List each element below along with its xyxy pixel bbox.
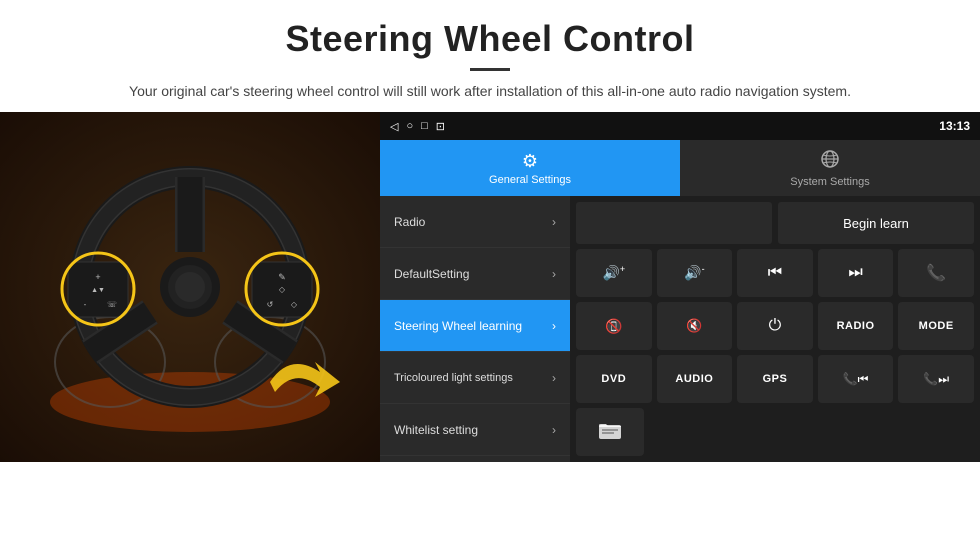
svg-text:↺: ↺ (267, 300, 274, 309)
menu-steering-wheel[interactable]: Steering Wheel learning › (380, 300, 570, 352)
svg-text:✎: ✎ (278, 272, 286, 282)
car-image: + ▲▼ - ☏ ✎ ◇ ↺ ◇ (0, 112, 380, 462)
control-grid: 🔊+ 🔊- ⏮ ⏭ 📞 (576, 249, 974, 456)
page-subtitle: Your original car's steering wheel contr… (40, 81, 940, 102)
chevron-icon: › (552, 423, 556, 437)
phone-button[interactable]: 📞 (898, 249, 974, 297)
learn-empty-slot (576, 202, 772, 244)
begin-learn-button[interactable]: Begin learn (778, 202, 974, 244)
next-combined-button[interactable]: 📞⏭ (898, 355, 974, 403)
ctrl-row-4 (576, 408, 974, 456)
menu-default-setting[interactable]: DefaultSetting › (380, 248, 570, 300)
hang-up-button[interactable]: 📵 (576, 302, 652, 350)
menu-tricoloured[interactable]: Tricoloured light settings › (380, 352, 570, 404)
vol-up-icon: 🔊+ (602, 264, 625, 282)
content-area: + ▲▼ - ☏ ✎ ◇ ↺ ◇ ◁ (0, 112, 980, 462)
phone-icon: 📞 (926, 263, 946, 283)
svg-text:▲▼: ▲▼ (91, 287, 105, 294)
prev-combined-icon: 📞⏮ (843, 372, 869, 387)
audio-button[interactable]: AUDIO (657, 355, 733, 403)
right-control-panel: Begin learn 🔊+ 🔊- ⏮ (570, 196, 980, 462)
ctrl-row-2: 📵 🔇 ⏻ RADIO MODE (576, 302, 974, 350)
left-menu: Radio › DefaultSetting › Steering Wheel … (380, 196, 570, 462)
svg-text:◇: ◇ (291, 300, 298, 309)
home-icon[interactable]: ○ (406, 120, 413, 132)
svg-text:-: - (84, 300, 87, 309)
folder-button[interactable] (576, 408, 644, 456)
hang-up-icon: 📵 (605, 318, 622, 335)
dvd-label: DVD (601, 373, 626, 385)
folder-icon (598, 420, 622, 445)
gps-button[interactable]: GPS (737, 355, 813, 403)
gps-label: GPS (763, 373, 788, 385)
panel-body: Radio › DefaultSetting › Steering Wheel … (380, 196, 980, 462)
ctrl-row-3: DVD AUDIO GPS 📞⏮ 📞⏭ (576, 355, 974, 403)
recents-icon[interactable]: □ (421, 120, 428, 132)
vol-up-button[interactable]: 🔊+ (576, 249, 652, 297)
chevron-icon: › (552, 371, 556, 385)
mode-label: MODE (919, 320, 954, 332)
tab-system-label: System Settings (790, 176, 869, 188)
next-track-icon: ⏭ (848, 264, 862, 282)
status-time: 13:13 (939, 119, 970, 133)
begin-learn-row: Begin learn (576, 202, 974, 244)
dvd-button[interactable]: DVD (576, 355, 652, 403)
page-title: Steering Wheel Control (40, 18, 940, 60)
svg-text:☏: ☏ (107, 300, 117, 309)
vol-down-button[interactable]: 🔊- (657, 249, 733, 297)
car-image-area: + ▲▼ - ☏ ✎ ◇ ↺ ◇ (0, 112, 380, 462)
title-divider (470, 68, 510, 71)
mute-icon: 🔇 (686, 318, 702, 334)
audio-label: AUDIO (675, 373, 713, 385)
power-icon: ⏻ (769, 317, 782, 335)
svg-text:+: + (95, 272, 100, 282)
radio-label: RADIO (837, 320, 875, 332)
empty-space (649, 408, 974, 456)
power-button[interactable]: ⏻ (737, 302, 813, 350)
back-icon[interactable]: ◁ (390, 120, 398, 133)
tab-general-label: General Settings (489, 174, 571, 186)
prev-track-icon: ⏮ (768, 264, 782, 282)
chevron-icon: › (552, 215, 556, 229)
globe-icon (820, 149, 840, 174)
prev-track-button[interactable]: ⏮ (737, 249, 813, 297)
tab-bar: ⚙ General Settings System Settings (380, 140, 980, 196)
top-section: Steering Wheel Control Your original car… (0, 0, 980, 112)
next-track-button[interactable]: ⏭ (818, 249, 894, 297)
menu-radio[interactable]: Radio › (380, 196, 570, 248)
tab-system-settings[interactable]: System Settings (680, 140, 980, 196)
prev-combined-button[interactable]: 📞⏮ (818, 355, 894, 403)
nav-icons: ◁ ○ □ ⊡ (390, 120, 445, 133)
menu-whitelist[interactable]: Whitelist setting › (380, 404, 570, 456)
chevron-icon: › (552, 267, 556, 281)
vol-down-icon: 🔊- (684, 264, 704, 282)
tab-general-settings[interactable]: ⚙ General Settings (380, 140, 680, 196)
mode-button[interactable]: MODE (898, 302, 974, 350)
mute-button[interactable]: 🔇 (657, 302, 733, 350)
chevron-icon: › (552, 319, 556, 333)
gear-icon: ⚙ (522, 151, 538, 172)
ctrl-row-1: 🔊+ 🔊- ⏮ ⏭ 📞 (576, 249, 974, 297)
menu-icon[interactable]: ⊡ (436, 120, 445, 133)
next-combined-icon: 📞⏭ (923, 372, 949, 387)
radio-button[interactable]: RADIO (818, 302, 894, 350)
arrow-svg (260, 342, 360, 422)
status-bar: ◁ ○ □ ⊡ 13:13 (380, 112, 980, 140)
svg-text:◇: ◇ (279, 285, 286, 294)
android-panel: ◁ ○ □ ⊡ 13:13 ⚙ General Settings (380, 112, 980, 462)
